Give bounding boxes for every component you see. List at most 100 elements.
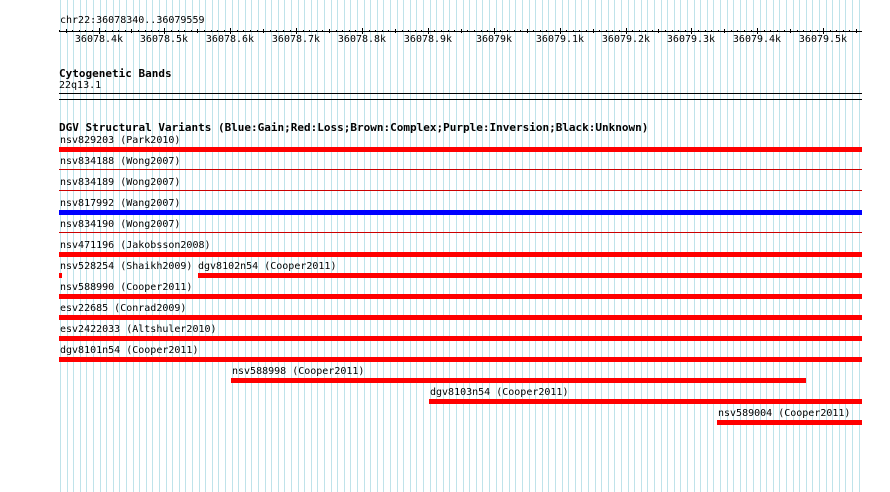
ruler-minor-tick bbox=[382, 30, 383, 32]
ruler-minor-tick bbox=[243, 30, 244, 32]
grid-line bbox=[258, 0, 259, 492]
feature-label[interactable]: nsv528254 (Shaikh2009) bbox=[60, 261, 192, 272]
grid-line bbox=[291, 0, 292, 492]
grid-line bbox=[489, 0, 490, 492]
feature-label[interactable]: nsv834189 (Wong2007) bbox=[60, 177, 180, 188]
ruler-minor-tick bbox=[283, 30, 284, 32]
feature-label[interactable]: dgv8101n54 (Cooper2011) bbox=[60, 345, 198, 356]
feature-bar-loss[interactable] bbox=[59, 147, 862, 152]
ruler-minor-tick bbox=[705, 30, 706, 32]
feature-label[interactable]: esv2422033 (Altshuler2010) bbox=[60, 324, 217, 335]
feature-label[interactable]: dgv8102n54 (Cooper2011) bbox=[198, 261, 336, 272]
feature-label[interactable]: nsv817992 (Wang2007) bbox=[60, 198, 180, 209]
grid-line bbox=[449, 0, 450, 492]
grid-line bbox=[641, 0, 642, 492]
grid-line bbox=[232, 0, 233, 492]
ruler-minor-tick bbox=[658, 29, 659, 33]
grid-line bbox=[601, 0, 602, 492]
ruler-minor-tick bbox=[66, 29, 67, 33]
ruler-minor-tick bbox=[540, 30, 541, 32]
grid-line bbox=[218, 0, 219, 492]
grid-line bbox=[271, 0, 272, 492]
feature-bar-gain[interactable] bbox=[59, 210, 862, 215]
ruler-minor-tick bbox=[579, 30, 580, 32]
ruler-minor-tick bbox=[79, 30, 80, 32]
feature-bar-loss[interactable] bbox=[59, 294, 862, 299]
ruler-minor-tick bbox=[586, 30, 587, 32]
ruler-minor-tick bbox=[698, 30, 699, 32]
ruler-minor-tick bbox=[764, 30, 765, 32]
feature-bar-loss[interactable] bbox=[59, 273, 62, 278]
grid-line bbox=[410, 0, 411, 492]
feature-bar-loss[interactable] bbox=[59, 190, 862, 191]
ruler-minor-tick bbox=[402, 30, 403, 32]
feature-label[interactable]: nsv589004 (Cooper2011) bbox=[718, 408, 850, 419]
feature-bar-loss[interactable] bbox=[59, 232, 862, 233]
feature-label[interactable]: dgv8103n54 (Cooper2011) bbox=[430, 387, 568, 398]
grid-line bbox=[562, 0, 563, 492]
ruler-minor-tick bbox=[349, 30, 350, 32]
grid-line bbox=[568, 0, 569, 492]
ruler-minor-tick bbox=[632, 30, 633, 32]
grid-line bbox=[634, 0, 635, 492]
ruler-minor-tick bbox=[553, 30, 554, 32]
ruler-minor-tick bbox=[487, 30, 488, 32]
ruler-minor-tick bbox=[672, 30, 673, 32]
feature-bar-loss[interactable] bbox=[717, 420, 862, 425]
ruler-minor-tick bbox=[744, 30, 745, 32]
feature-bar-loss[interactable] bbox=[59, 252, 862, 257]
feature-label[interactable]: nsv829203 (Park2010) bbox=[60, 135, 180, 146]
grid-line bbox=[331, 0, 332, 492]
grid-line bbox=[535, 0, 536, 492]
grid-line bbox=[694, 0, 695, 492]
ruler-minor-tick bbox=[448, 30, 449, 32]
ruler-minor-tick bbox=[224, 30, 225, 32]
ruler-minor-tick bbox=[138, 30, 139, 32]
grid-line bbox=[621, 0, 622, 492]
grid-line bbox=[430, 0, 431, 492]
grid-line bbox=[357, 0, 358, 492]
grid-line bbox=[364, 0, 365, 492]
grid-line bbox=[212, 0, 213, 492]
ruler-minor-tick bbox=[290, 30, 291, 32]
ruler-minor-tick bbox=[105, 30, 106, 32]
grid-line bbox=[713, 0, 714, 492]
ruler-minor-tick bbox=[784, 30, 785, 32]
ruler-minor-tick bbox=[461, 29, 462, 33]
grid-line bbox=[443, 0, 444, 492]
ruler-minor-tick bbox=[810, 30, 811, 32]
ruler-minor-tick bbox=[270, 30, 271, 32]
ruler-minor-tick bbox=[131, 29, 132, 33]
ruler-tick-label: 36078.5k bbox=[139, 34, 189, 45]
ruler-minor-tick bbox=[217, 30, 218, 32]
grid-line bbox=[680, 0, 681, 492]
track-separator bbox=[59, 99, 862, 100]
ruler-minor-tick bbox=[316, 30, 317, 32]
ruler-minor-tick bbox=[500, 30, 501, 32]
grid-line bbox=[245, 0, 246, 492]
feature-label[interactable]: nsv471196 (Jakobsson2008) bbox=[60, 240, 211, 251]
feature-label[interactable]: esv22685 (Conrad2009) bbox=[60, 303, 186, 314]
feature-bar-loss[interactable] bbox=[59, 169, 862, 170]
feature-bar-loss[interactable] bbox=[429, 399, 862, 404]
ruler-minor-tick bbox=[336, 30, 337, 32]
feature-bar-loss[interactable] bbox=[198, 273, 862, 278]
ruler-minor-tick bbox=[369, 30, 370, 32]
ruler-minor-tick bbox=[178, 30, 179, 32]
feature-bar-loss[interactable] bbox=[59, 336, 862, 341]
ruler-minor-tick bbox=[454, 30, 455, 32]
ruler-minor-tick bbox=[408, 30, 409, 32]
grid-line bbox=[278, 0, 279, 492]
grid-line bbox=[687, 0, 688, 492]
feature-bar-loss[interactable] bbox=[59, 315, 862, 320]
feature-label[interactable]: nsv588998 (Cooper2011) bbox=[232, 366, 364, 377]
ruler-minor-tick bbox=[125, 30, 126, 32]
grid-line bbox=[581, 0, 582, 492]
feature-bar-loss[interactable] bbox=[231, 378, 806, 383]
feature-label[interactable]: nsv588990 (Cooper2011) bbox=[60, 282, 192, 293]
feature-label[interactable]: nsv834188 (Wong2007) bbox=[60, 156, 180, 167]
feature-bar-loss[interactable] bbox=[59, 357, 862, 362]
ruler-minor-tick bbox=[639, 30, 640, 32]
ruler-minor-tick bbox=[849, 30, 850, 32]
feature-label[interactable]: nsv834190 (Wong2007) bbox=[60, 219, 180, 230]
